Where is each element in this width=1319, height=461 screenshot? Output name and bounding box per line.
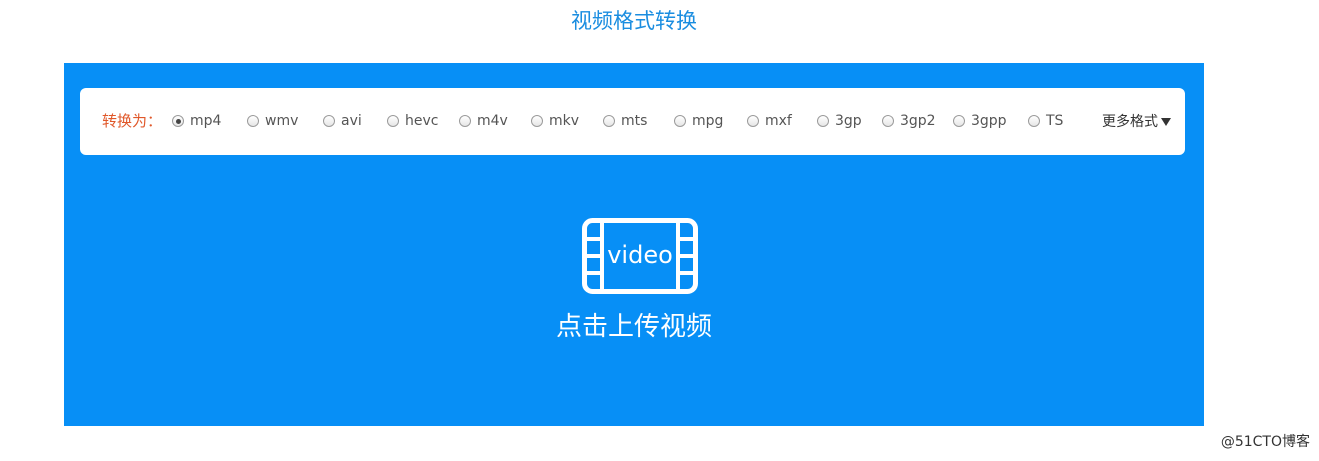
radio-icon[interactable] bbox=[674, 115, 686, 127]
format-option-label: 3gp2 bbox=[900, 113, 936, 129]
format-option-label: mp4 bbox=[190, 113, 222, 129]
more-formats-dropdown[interactable]: 更多格式 bbox=[1102, 112, 1171, 132]
format-option-m4v[interactable]: m4v bbox=[459, 111, 508, 131]
format-option-label: 3gp bbox=[835, 113, 862, 129]
format-option-label: 3gpp bbox=[971, 113, 1007, 129]
format-option-hevc[interactable]: hevc bbox=[387, 111, 438, 131]
format-option-mxf[interactable]: mxf bbox=[747, 111, 792, 131]
radio-icon[interactable] bbox=[1028, 115, 1040, 127]
radio-icon[interactable] bbox=[172, 115, 184, 127]
radio-icon[interactable] bbox=[603, 115, 615, 127]
format-option-mp4[interactable]: mp4 bbox=[172, 111, 221, 131]
radio-icon[interactable] bbox=[953, 115, 965, 127]
more-formats-label: 更多格式 bbox=[1102, 114, 1158, 130]
format-option-wmv[interactable]: wmv bbox=[247, 111, 298, 131]
radio-icon[interactable] bbox=[323, 115, 335, 127]
format-option-label: mkv bbox=[549, 113, 580, 129]
triangle-down-icon bbox=[1161, 118, 1171, 126]
format-option-label: mts bbox=[621, 113, 648, 129]
format-option-mkv[interactable]: mkv bbox=[531, 111, 579, 131]
format-option-3gp2[interactable]: 3gp2 bbox=[882, 111, 936, 131]
radio-icon[interactable] bbox=[882, 115, 894, 127]
format-option-avi[interactable]: avi bbox=[323, 111, 362, 131]
format-option-label: hevc bbox=[405, 113, 439, 129]
format-option-label: mxf bbox=[765, 113, 792, 129]
upload-video-label: 点击上传视频 bbox=[555, 312, 712, 342]
format-option-3gpp[interactable]: 3gpp bbox=[953, 111, 1007, 131]
page-title: 视频格式转换 bbox=[571, 9, 697, 33]
radio-icon[interactable] bbox=[387, 115, 399, 127]
radio-icon[interactable] bbox=[817, 115, 829, 127]
radio-icon[interactable] bbox=[247, 115, 259, 127]
film-icon-text: video bbox=[607, 241, 673, 269]
format-bar: 转换为： mp4 wmv avi hevc m4v mkv mts mpg mx… bbox=[80, 88, 1185, 155]
radio-icon[interactable] bbox=[531, 115, 543, 127]
radio-icon[interactable] bbox=[459, 115, 471, 127]
convert-to-label: 转换为： bbox=[102, 112, 163, 130]
page: 视频格式转换 转换为： mp4 wmv avi hevc m4v mkv mts… bbox=[0, 0, 1319, 461]
radio-icon[interactable] bbox=[747, 115, 759, 127]
upload-panel: 转换为： mp4 wmv avi hevc m4v mkv mts mpg mx… bbox=[64, 63, 1204, 426]
format-option-mts[interactable]: mts bbox=[603, 111, 647, 131]
format-option-label: wmv bbox=[265, 113, 299, 129]
upload-video-button[interactable]: video 点击上传视频 bbox=[534, 213, 734, 353]
watermark: @51CTO博客 bbox=[1220, 434, 1310, 450]
format-option-label: mpg bbox=[692, 113, 724, 129]
format-option-label: avi bbox=[341, 113, 362, 129]
format-option-3gp[interactable]: 3gp bbox=[817, 111, 862, 131]
format-option-ts[interactable]: TS bbox=[1028, 111, 1063, 131]
format-option-mpg[interactable]: mpg bbox=[674, 111, 723, 131]
format-option-label: TS bbox=[1046, 113, 1064, 129]
format-option-label: m4v bbox=[477, 113, 508, 129]
